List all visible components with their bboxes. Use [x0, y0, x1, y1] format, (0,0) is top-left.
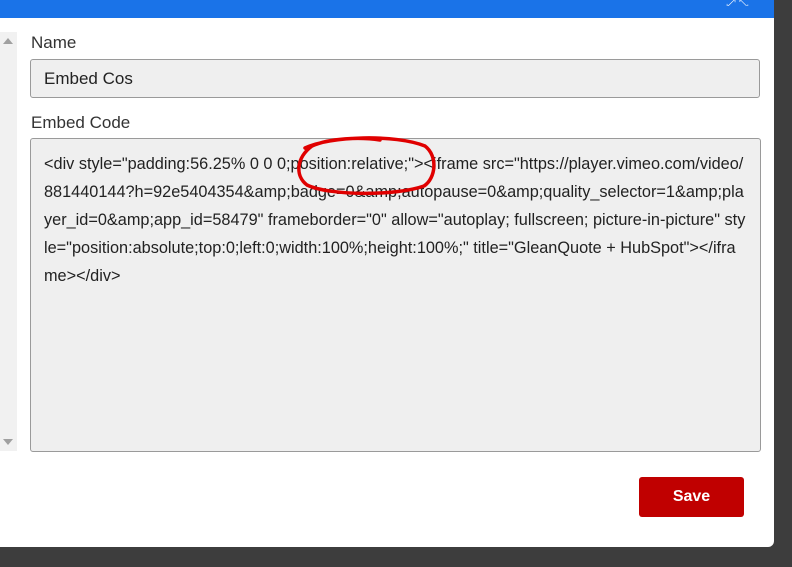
scrollbar[interactable]: [0, 32, 17, 451]
scroll-up-icon[interactable]: [3, 38, 13, 44]
maximize-icon[interactable]: ⤢ ⤡: [726, 0, 756, 6]
embed-dialog: ⤢ ⤡ Name Embed Cos Embed Code <div style…: [0, 0, 774, 547]
embed-code-textarea[interactable]: <div style="padding:56.25% 0 0 0;positio…: [30, 138, 761, 452]
scroll-down-icon[interactable]: [3, 439, 13, 445]
name-label: Name: [31, 33, 77, 52]
save-button[interactable]: Save: [639, 477, 744, 517]
dialog-titlebar: ⤢ ⤡: [0, 0, 774, 18]
name-input[interactable]: Embed Cos: [30, 59, 760, 98]
embed-code-label: Embed Code: [31, 113, 131, 132]
